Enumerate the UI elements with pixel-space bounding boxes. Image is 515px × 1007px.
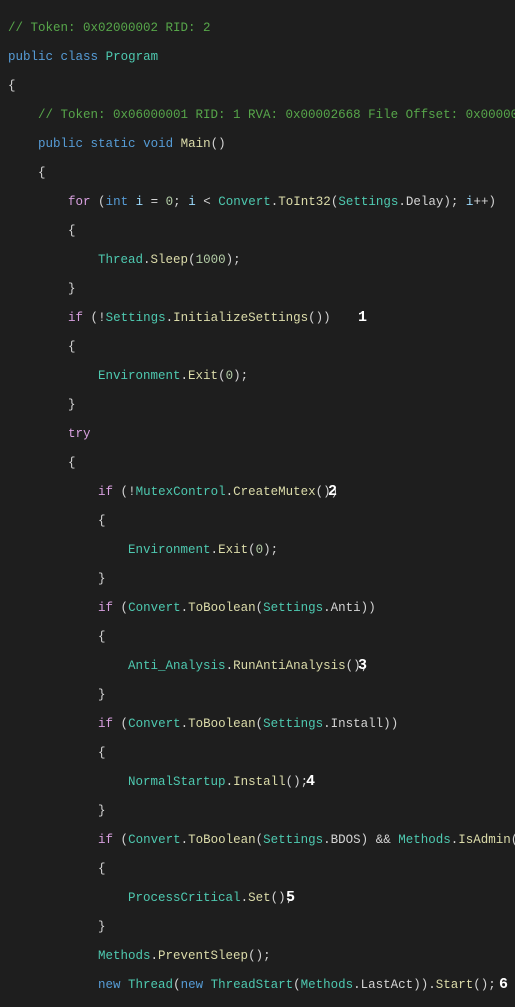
comment: // Token: 0x06000001 RID: 1 RVA: 0x00002… [38,108,515,122]
code-line: Anti_Analysis.RunAntiAnalysis();3 [8,659,507,674]
code-line: ProcessCritical.Set();5 [8,891,507,906]
code-line: } [8,804,507,819]
code-line: } [8,572,507,587]
annotation-marker: 4 [306,775,315,790]
code-line: new Thread(new ThreadStart(Methods.LastA… [8,978,507,993]
annotation-marker: 2 [328,485,337,500]
code-line: { [8,514,507,529]
code-line: { [8,630,507,645]
code-line: if (Convert.ToBoolean(Settings.BDOS) && … [8,833,507,848]
annotation-marker: 1 [358,311,367,326]
method-name: Main [181,137,211,151]
keyword: static [91,137,136,151]
keyword: public [8,50,53,64]
open-brace: { [8,79,16,93]
code-line: { [8,746,507,761]
if-keyword: if [68,311,83,325]
code-line: if (!Settings.InitializeSettings())1 [8,311,507,326]
code-line: } [8,688,507,703]
code-line: NormalStartup.Install();4 [8,775,507,790]
code-line: Environment.Exit(0); [8,369,507,384]
code-line: { [8,340,507,355]
try-keyword: try [68,427,91,441]
code-line: public static void Main() [8,137,507,152]
annotation-marker: 6 [499,978,508,993]
annotation-marker: 3 [358,659,367,674]
code-line: Methods.PreventSleep(); [8,949,507,964]
code-line: { [8,456,507,471]
code-line: } [8,398,507,413]
code-line: // Token: 0x02000002 RID: 2 [8,21,507,36]
code-line: } [8,920,507,935]
keyword: public [38,137,83,151]
code-line: { [8,224,507,239]
code-line: try [8,427,507,442]
code-line: for (int i = 0; i < Convert.ToInt32(Sett… [8,195,507,210]
code-line: { [8,862,507,877]
code-line: // Token: 0x06000001 RID: 1 RVA: 0x00002… [8,108,507,123]
code-line: public class Program [8,50,507,65]
code-line: } [8,282,507,297]
keyword: class [61,50,99,64]
code-line: if (Convert.ToBoolean(Settings.Anti)) [8,601,507,616]
keyword: void [143,137,173,151]
code-line: if (!MutexControl.CreateMutex())2 [8,485,507,500]
annotation-marker: 5 [286,891,295,906]
for-keyword: for [68,195,91,209]
type: Program [106,50,159,64]
code-line: { [8,79,507,94]
code-line: Thread.Sleep(1000); [8,253,507,268]
comment: // Token: 0x02000002 RID: 2 [8,21,211,35]
code-line: Environment.Exit(0); [8,543,507,558]
code-line: { [8,166,507,181]
code-viewer: // Token: 0x02000002 RID: 2 public class… [8,6,507,1007]
code-line: if (Convert.ToBoolean(Settings.Install)) [8,717,507,732]
